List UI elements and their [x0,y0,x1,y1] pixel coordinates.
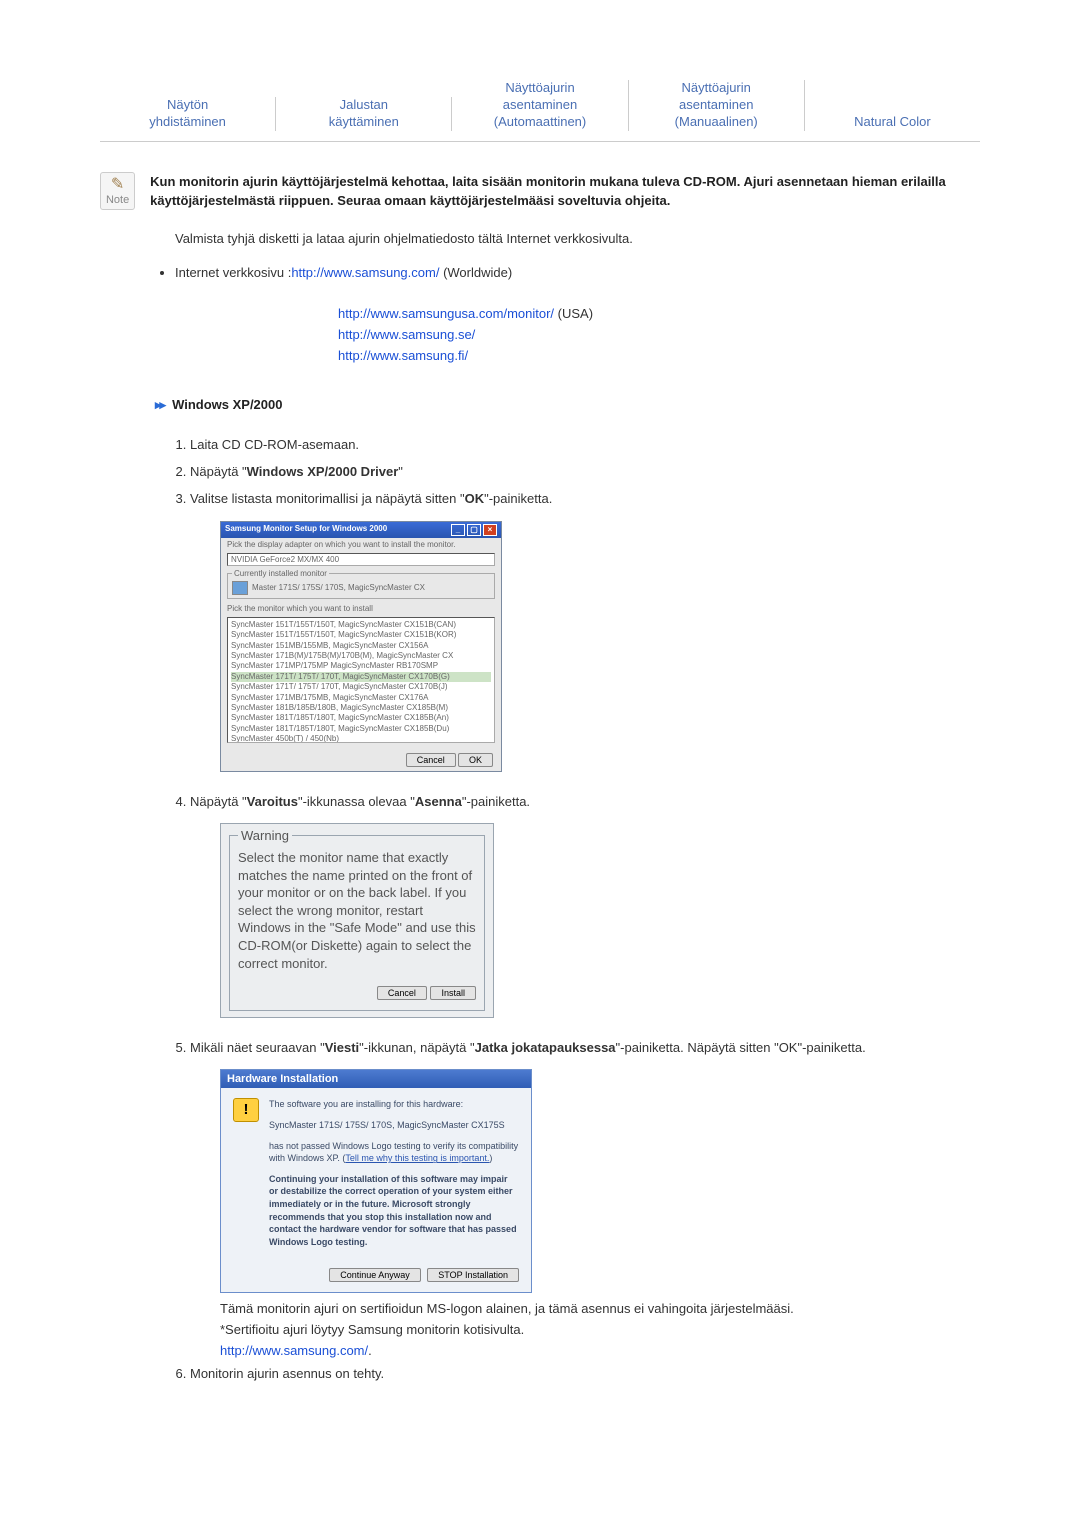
tell-me-link[interactable]: Tell me why this testing is important. [345,1153,489,1163]
dlg3-line3: has not passed Windows Logo testing to v… [269,1140,519,1165]
note-text: Kun monitorin ajurin käyttöjärjestelmä k… [150,172,980,211]
step-3: Valitse listasta monitorimallisi ja näpä… [190,487,980,510]
links-prefix: Internet verkkosivu : [175,265,291,280]
step-6: Monitorin ajurin asennus on tehty. [190,1362,980,1385]
ok-button[interactable]: OK [458,753,493,767]
dlg3-line1: The software you are installing for this… [269,1098,519,1111]
prep-text: Valmista tyhjä disketti ja lataa ajurin … [175,229,980,250]
current-monitor: Master 171S/ 175S/ 170S, MagicSyncMaster… [252,583,425,592]
link-samsung-usa[interactable]: http://www.samsungusa.com/monitor/ [338,306,554,321]
link-suffix-1: (USA) [554,306,593,321]
list-item[interactable]: SyncMaster 171T/ 175T/ 170T, MagicSyncMa… [231,672,491,682]
adapter-select[interactable]: NVIDIA GeForce2 MX/MX 400 [227,553,495,566]
step-5: Mikäli näet seuraavan "Viesti"-ikkunan, … [190,1036,980,1059]
tab-driver-manual[interactable]: Näyttöajurin asentaminen (Manuaalinen) [629,80,805,131]
install-button[interactable]: Install [430,986,476,1000]
continue-anyway-button[interactable]: Continue Anyway [329,1268,421,1282]
dlg3-line2: SyncMaster 171S/ 175S/ 170S, MagicSyncMa… [269,1119,519,1132]
after-text-1: Tämä monitorin ajuri on sertifioidun MS-… [220,1301,794,1316]
step-4: Näpäytä "Varoitus"-ikkunassa olevaa "Ase… [190,790,980,813]
dlg1-group-legend: Currently installed monitor [232,569,329,578]
dlg1-prompt-adapter: Pick the display adapter on which you wa… [221,538,501,551]
list-item[interactable]: SyncMaster 171T/ 175T/ 170T, MagicSyncMa… [231,682,491,692]
warning-dialog: Warning Select the monitor name that exa… [220,823,494,1018]
list-item[interactable]: SyncMaster 171B(M)/175B(M)/170B(M), Magi… [231,651,491,661]
top-tabs: Näytön yhdistäminen Jalustan käyttäminen… [100,80,980,142]
monitor-setup-dialog: Samsung Monitor Setup for Windows 2000 _… [220,521,502,772]
list-item[interactable]: SyncMaster 171MB/175MB, MagicSyncMaster … [231,693,491,703]
dlg3-line4: Continuing your installation of this sof… [269,1173,519,1249]
monitor-list[interactable]: SyncMaster 151T/155T/150T, MagicSyncMast… [227,617,495,743]
dlg1-title: Samsung Monitor Setup for Windows 2000 [225,524,387,536]
step-2: Näpäytä "Windows XP/2000 Driver" [190,460,980,483]
hardware-installation-dialog: Hardware Installation ! The software you… [220,1069,532,1293]
list-item[interactable]: SyncMaster 450b(T) / 450(Nb) [231,734,491,743]
tab-natural-color[interactable]: Natural Color [805,114,980,131]
list-item[interactable]: SyncMaster 181B/185B/180B, MagicSyncMast… [231,703,491,713]
dlg3-title: Hardware Installation [221,1070,531,1088]
tab-stand-use[interactable]: Jalustan käyttäminen [276,97,452,131]
maximize-icon[interactable]: ▢ [467,524,481,536]
monitor-icon [232,581,248,595]
link-samsung-com[interactable]: http://www.samsung.com/ [291,265,439,280]
stop-installation-button[interactable]: STOP Installation [427,1268,519,1282]
list-item[interactable]: SyncMaster 181T/185T/180T, MagicSyncMast… [231,724,491,734]
minimize-icon[interactable]: _ [451,524,465,536]
links-bullet: Internet verkkosivu :http://www.samsung.… [175,263,980,284]
warning-icon: ! [233,1098,259,1122]
list-item[interactable]: SyncMaster 181T/185T/180T, MagicSyncMast… [231,713,491,723]
link-samsung-se[interactable]: http://www.samsung.se/ [338,327,475,342]
cancel-button[interactable]: Cancel [406,753,456,767]
close-icon[interactable]: × [483,524,497,536]
chevron-icon: ▸▸ [155,397,164,413]
list-item[interactable]: SyncMaster 151T/155T/150T, MagicSyncMast… [231,620,491,630]
list-item[interactable]: SyncMaster 151T/155T/150T, MagicSyncMast… [231,630,491,640]
step-1: Laita CD CD-ROM-asemaan. [190,433,980,456]
section-title: Windows XP/2000 [172,397,282,412]
list-item[interactable]: SyncMaster 171MP/175MP MagicSyncMaster R… [231,661,491,671]
after-text-2: *Sertifioitu ajuri löytyy Samsung monito… [220,1322,524,1337]
dlg2-legend: Warning [238,828,292,843]
note-icon: Note [100,172,135,210]
dlg2-message: Select the monitor name that exactly mat… [238,849,476,972]
list-item[interactable]: SyncMaster 151MB/155MB, MagicSyncMaster … [231,641,491,651]
tab-driver-auto[interactable]: Näyttöajurin asentaminen (Automaattinen) [452,80,628,131]
dlg1-prompt-pick: Pick the monitor which you want to insta… [221,602,501,615]
tab-monitor-connect[interactable]: Näytön yhdistäminen [100,97,276,131]
link-suffix-0: (Worldwide) [439,265,512,280]
link-samsung-com-2[interactable]: http://www.samsung.com/ [220,1343,368,1358]
link-samsung-fi[interactable]: http://www.samsung.fi/ [338,348,468,363]
cancel-button[interactable]: Cancel [377,986,427,1000]
